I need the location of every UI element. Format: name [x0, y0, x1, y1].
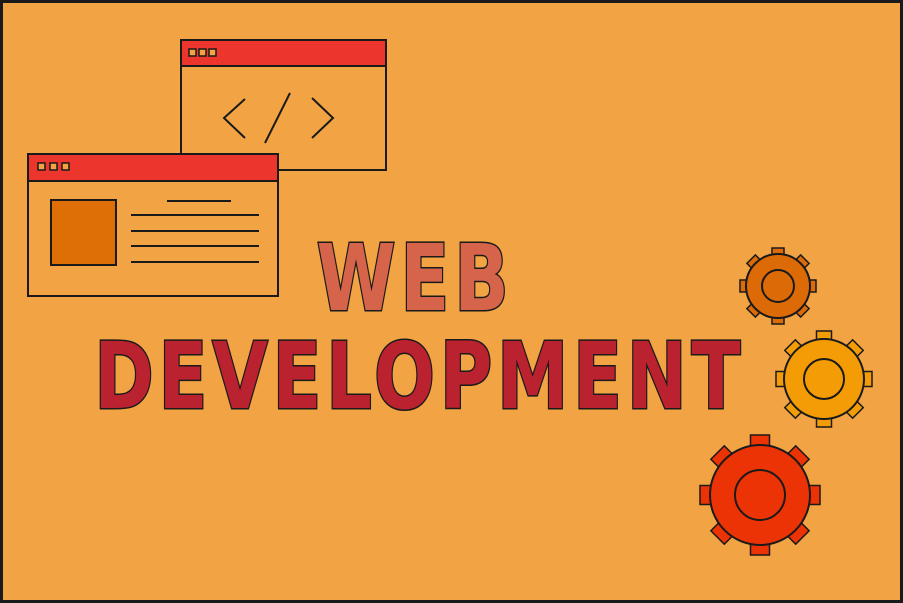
gear-hole [803, 358, 845, 400]
window-dot-icon [61, 162, 70, 171]
gear-hole [734, 469, 786, 521]
window-dot-icon [188, 48, 197, 57]
gear-icon [739, 247, 817, 325]
window-dot-icon [208, 48, 217, 57]
gear-icon [699, 434, 821, 556]
window-dot-icon [198, 48, 207, 57]
code-window-icon [180, 39, 387, 171]
window-dot-icon [49, 162, 58, 171]
gear-icon [775, 330, 873, 428]
title-line-web: WEB [315, 224, 514, 334]
title-line-development: DEVELOPMENT [93, 322, 746, 432]
web-development-banner: WEB DEVELOPMENT [0, 0, 903, 603]
window-dot-icon [37, 162, 46, 171]
gear-hole [761, 269, 795, 303]
